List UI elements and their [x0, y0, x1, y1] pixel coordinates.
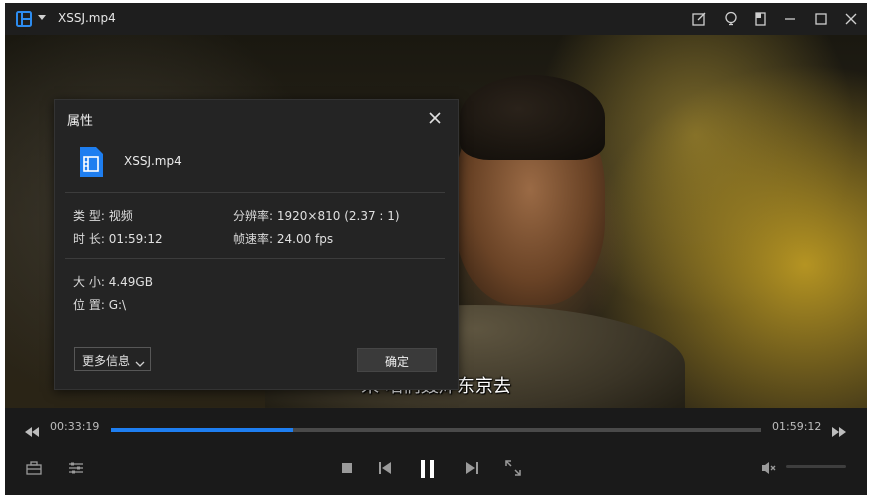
next-icon[interactable] — [465, 461, 479, 475]
progress-fill — [111, 428, 293, 432]
control-bar — [5, 444, 867, 495]
rewind-icon[interactable] — [24, 422, 40, 437]
player-logo-icon[interactable] — [16, 11, 32, 27]
divider — [65, 258, 445, 259]
window-title: XSSJ.mp4 — [58, 11, 116, 25]
current-time: 00:33:19 — [50, 420, 100, 433]
prop-length: 时 长: 01:59:12 — [73, 230, 163, 247]
fast-forward-icon[interactable] — [831, 422, 847, 437]
prop-resolution-label: 分辨率: — [233, 209, 274, 223]
player-window: XSSJ.mp4 来 咱们轰炸东京去 属性 — [5, 3, 867, 495]
pip-icon[interactable] — [751, 9, 771, 29]
settings-icon[interactable] — [68, 460, 84, 476]
ok-button[interactable]: 确定 — [357, 348, 437, 372]
prop-resolution-value: 1920×810 (2.37 : 1) — [276, 209, 400, 223]
progress-slider[interactable] — [111, 428, 761, 432]
prop-size-value: 4.49GB — [108, 275, 153, 289]
chevron-down-icon — [135, 354, 145, 367]
edit-icon[interactable] — [689, 9, 709, 29]
prop-size: 大 小: 4.49GB — [73, 273, 153, 290]
prop-framerate-label: 帧速率: — [233, 232, 274, 246]
dialog-title: 属性 — [67, 114, 94, 129]
pause-icon[interactable] — [419, 459, 437, 479]
prop-length-value: 01:59:12 — [108, 232, 163, 246]
video-content — [460, 75, 605, 160]
timeline-bar: 00:33:19 01:59:12 — [5, 408, 867, 444]
prop-length-label: 时 长: — [73, 232, 105, 246]
playlist-icon[interactable] — [26, 460, 42, 476]
video-frame[interactable]: 来 咱们轰炸东京去 属性 XSSJ.mp4 类 型: 视频 — [5, 35, 867, 408]
maximize-icon[interactable] — [811, 9, 831, 29]
prop-location: 位 置: G:\ — [73, 296, 126, 313]
prop-type-label: 类 型: — [73, 209, 105, 223]
prop-type: 类 型: 视频 — [73, 207, 133, 224]
previous-icon[interactable] — [378, 461, 392, 475]
stop-icon[interactable] — [341, 462, 353, 474]
more-info-dropdown[interactable]: 更多信息 — [74, 347, 151, 371]
title-bar: XSSJ.mp4 — [5, 3, 867, 35]
close-icon[interactable] — [841, 9, 861, 29]
prop-framerate: 帧速率: 24.00 fps — [233, 230, 333, 247]
duration-time: 01:59:12 — [772, 420, 822, 433]
minimize-icon[interactable] — [780, 9, 800, 29]
dialog-close-icon[interactable] — [427, 110, 443, 126]
prop-resolution: 分辨率: 1920×810 (2.37 : 1) — [233, 207, 400, 224]
divider — [65, 192, 445, 193]
properties-dialog: 属性 XSSJ.mp4 类 型: 视频 时 长: 01:59:12 分辨率: 1… — [54, 99, 459, 390]
prop-type-value: 视频 — [108, 209, 133, 223]
menu-caret-icon[interactable] — [38, 15, 46, 20]
more-info-label: 更多信息 — [82, 354, 131, 368]
volume-icon[interactable] — [761, 460, 777, 476]
file-name: XSSJ.mp4 — [124, 154, 182, 168]
prop-framerate-value: 24.00 fps — [276, 232, 334, 246]
ok-button-label: 确定 — [384, 355, 409, 369]
fullscreen-icon[interactable] — [505, 460, 521, 476]
video-file-icon — [77, 146, 105, 178]
prop-location-label: 位 置: — [73, 298, 105, 312]
volume-slider[interactable] — [786, 465, 846, 468]
prop-size-label: 大 小: — [73, 275, 105, 289]
bulb-icon[interactable] — [721, 9, 741, 29]
prop-location-value: G:\ — [108, 298, 127, 312]
